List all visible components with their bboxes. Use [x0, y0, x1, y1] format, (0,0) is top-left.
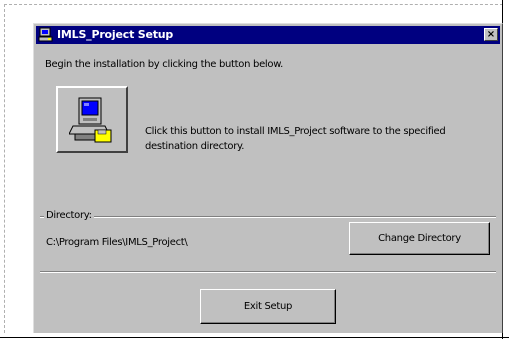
install-description: Click this button to install IMLS_Projec… — [145, 126, 446, 152]
bottom-divider — [40, 271, 496, 273]
computer-install-icon — [69, 97, 112, 143]
directory-path: C:\Program Files\IMLS_Project\ — [46, 237, 188, 248]
install-button[interactable] — [56, 86, 128, 153]
frame-line-bottom — [0, 337, 509, 338]
directory-label: Directory: — [44, 210, 94, 221]
directory-group-line — [40, 216, 496, 218]
setup-app-icon — [38, 27, 54, 43]
close-icon: × — [486, 29, 496, 40]
instruction-text: Begin the installation by clicking the b… — [45, 59, 284, 70]
title-bar[interactable]: IMLS_Project Setup × — [36, 26, 500, 44]
exit-setup-button[interactable]: Exit Setup — [200, 289, 336, 324]
close-button[interactable]: × — [484, 28, 498, 41]
change-directory-button[interactable]: Change Directory — [349, 222, 490, 255]
window-title: IMLS_Project Setup — [57, 28, 174, 41]
setup-dialog: IMLS_Project Setup × Begin the installat… — [33, 23, 503, 333]
